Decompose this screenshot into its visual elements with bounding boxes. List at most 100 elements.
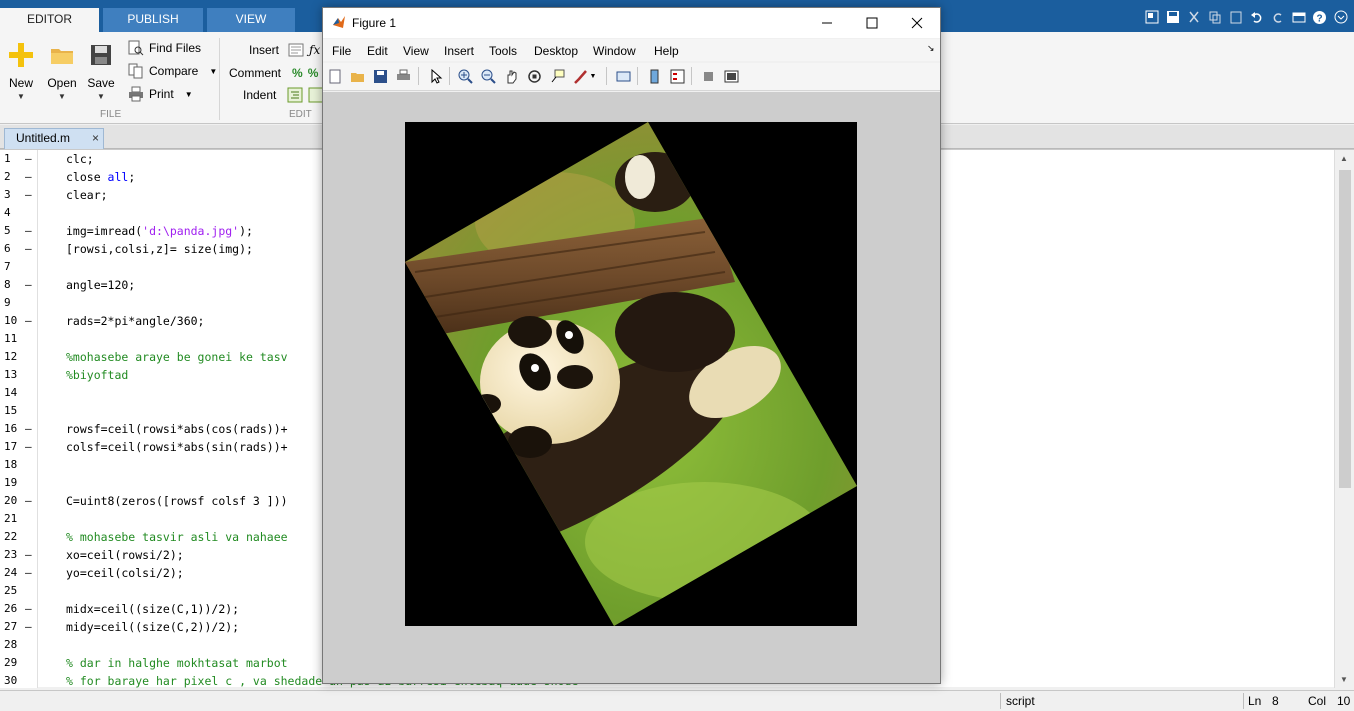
maximize-button[interactable] [849,8,894,38]
code-line[interactable]: colsf=ceil(rowsi*abs(sin(rads))+ [66,438,288,456]
print-icon[interactable] [394,67,412,85]
open-button[interactable]: Open ▼ [43,40,81,101]
rotated-panda-image[interactable] [405,122,857,626]
brush-icon[interactable] [571,67,589,85]
breakpoint-marker[interactable]: – [25,168,32,186]
find-files-button[interactable]: Find Files [128,38,201,58]
code-line[interactable]: close all; [66,168,135,186]
breakpoint-marker[interactable]: – [25,600,32,618]
chevron-down-icon[interactable]: ▼ [588,67,598,85]
breakpoint-marker[interactable]: – [25,546,32,564]
close-icon [911,17,922,29]
code-line[interactable]: %mohasebe araye be gonei ke tasv [66,348,288,366]
breakpoint-marker[interactable]: – [25,150,32,168]
breakpoint-marker[interactable]: – [25,564,32,582]
dock-arrow-icon[interactable]: ↘ [927,43,935,54]
cut-icon[interactable] [1184,8,1203,27]
pan-icon[interactable] [502,67,520,85]
help-icon[interactable]: ? [1310,8,1329,27]
menu-tools[interactable]: Tools [489,44,517,58]
breakpoint-marker[interactable]: – [25,492,32,510]
minimize-button[interactable] [804,8,849,38]
save-button[interactable]: Save ▼ [82,40,120,101]
copy-icon[interactable] [1205,8,1224,27]
indent-button[interactable]: Indent [243,85,324,105]
breakpoint-marker[interactable]: – [25,312,32,330]
vertical-scrollbar[interactable]: ▲ ▼ [1334,150,1354,688]
minimize-toolstrip-icon[interactable] [1331,8,1350,27]
colorbar-icon[interactable] [645,67,663,85]
breakpoint-marker[interactable]: – [25,186,32,204]
tab-view[interactable]: VIEW [207,8,295,32]
menu-window[interactable]: Window [593,44,636,58]
code-line[interactable]: %biyoftad [66,366,128,384]
save-disk-icon[interactable] [371,67,389,85]
figure-canvas[interactable] [323,92,940,683]
switch-windows-icon[interactable] [1289,8,1308,27]
document-tab[interactable]: Untitled.m × [4,128,104,149]
scroll-down-icon[interactable]: ▼ [1340,675,1348,684]
scrollbar-thumb[interactable] [1339,170,1351,488]
legend-icon[interactable] [668,67,686,85]
menu-desktop[interactable]: Desktop [534,44,578,58]
zoom-in-icon[interactable] [456,67,474,85]
pointer-icon[interactable] [426,67,444,85]
breakpoint-marker[interactable]: – [25,276,32,294]
code-line[interactable]: img=imread('d:\panda.jpg'); [66,222,253,240]
code-line[interactable]: midy=ceil((size(C,2))/2); [66,618,239,636]
link-icon[interactable] [614,67,632,85]
close-icon[interactable]: × [92,129,99,148]
breakpoint-marker[interactable]: – [25,240,32,258]
print-button[interactable]: Print ▼ [128,84,193,104]
save-all-icon[interactable] [1163,8,1182,27]
line-number-value: 13 [4,368,18,381]
rotate-3d-icon[interactable] [525,67,543,85]
code-line[interactable]: yo=ceil(colsi/2); [66,564,184,582]
breakpoint-marker[interactable]: – [25,222,32,240]
layout-icon[interactable] [1142,8,1161,27]
redo-icon[interactable] [1268,8,1287,27]
function-icon[interactable]: ƒx [309,43,320,57]
figure-title-bar[interactable]: Figure 1 [323,8,940,38]
code-line[interactable]: rowsf=ceil(rowsi*abs(cos(rads))+ [66,420,288,438]
show-plot-tools-icon[interactable] [722,67,740,85]
axes[interactable] [405,122,857,626]
data-cursor-icon[interactable] [548,67,566,85]
comment-button[interactable]: Comment % % [229,63,318,83]
menu-view[interactable]: View [403,44,429,58]
open-folder-icon[interactable] [348,67,366,85]
compare-button[interactable]: Compare ▼ [128,61,217,81]
insert-button[interactable]: Insert ƒx [249,40,320,60]
code-line[interactable]: rads=2*pi*angle/360; [66,312,204,330]
scroll-up-icon[interactable]: ▲ [1340,154,1348,163]
undo-icon[interactable] [1247,8,1266,27]
menu-edit[interactable]: Edit [367,44,388,58]
code-line[interactable]: % dar in halghe mokhtasat marbot [66,654,288,672]
menu-insert[interactable]: Insert [444,44,474,58]
menu-help[interactable]: Help [654,44,679,58]
tab-publish[interactable]: PUBLISH [103,8,203,32]
breakpoint-marker[interactable]: – [25,438,32,456]
code-line[interactable]: clear; [66,186,108,204]
code-line[interactable]: xo=ceil(rowsi/2); [66,546,184,564]
code-line[interactable]: clc; [66,150,94,168]
breakpoint-marker[interactable]: – [25,618,32,636]
breakpoint-marker[interactable]: – [25,420,32,438]
code-line[interactable]: midx=ceil((size(C,1))/2); [66,600,239,618]
tab-editor[interactable]: EDITOR [0,8,99,32]
close-button[interactable] [894,8,939,38]
code-line[interactable]: C=uint8(zeros([rowsf colsf 3 ])) [66,492,288,510]
code-line[interactable]: angle=120; [66,276,135,294]
zoom-out-icon[interactable] [479,67,497,85]
new-figure-icon[interactable] [326,67,344,85]
new-button[interactable]: New ▼ [2,40,40,101]
code-line[interactable]: % mohasebe tasvir asli va nahaee [66,528,288,546]
line-number-value: 6 [4,242,11,255]
hide-plot-tools-icon[interactable] [699,67,717,85]
chevron-down-icon: ▼ [184,89,193,99]
code-line[interactable]: [rowsi,colsi,z]= size(img); [66,240,253,258]
uncomment-icon[interactable]: % [308,66,319,80]
menu-file[interactable]: File [332,44,351,58]
figure-window[interactable]: Figure 1 File Edit View Insert Tools Des… [322,7,941,684]
paste-icon[interactable] [1226,8,1245,27]
